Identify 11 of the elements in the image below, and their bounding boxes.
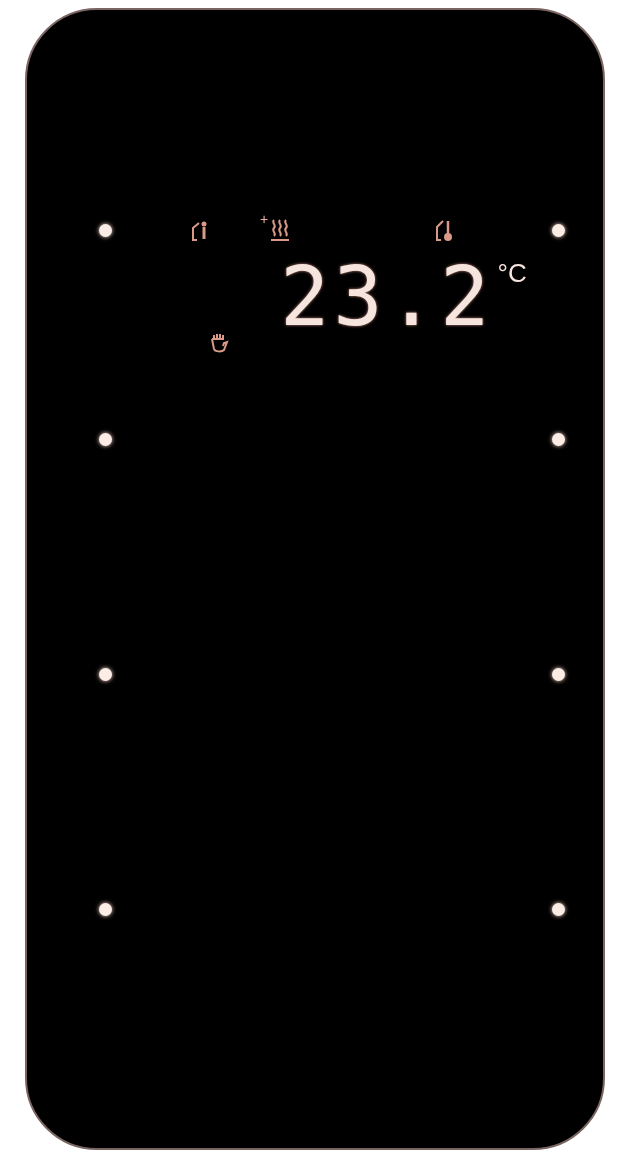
indicator-light (99, 667, 112, 681)
temperature-unit: °C (497, 260, 527, 286)
indicator-light (552, 902, 565, 916)
temperature-reading: 23.2 (280, 256, 494, 338)
indicator-light (552, 667, 565, 681)
indicator-light (552, 224, 565, 237)
indicator-light (99, 224, 112, 237)
indicator-light (99, 432, 112, 446)
plus-sign: + (260, 212, 269, 226)
indicator-light (552, 432, 565, 446)
indicator-light (99, 902, 112, 916)
